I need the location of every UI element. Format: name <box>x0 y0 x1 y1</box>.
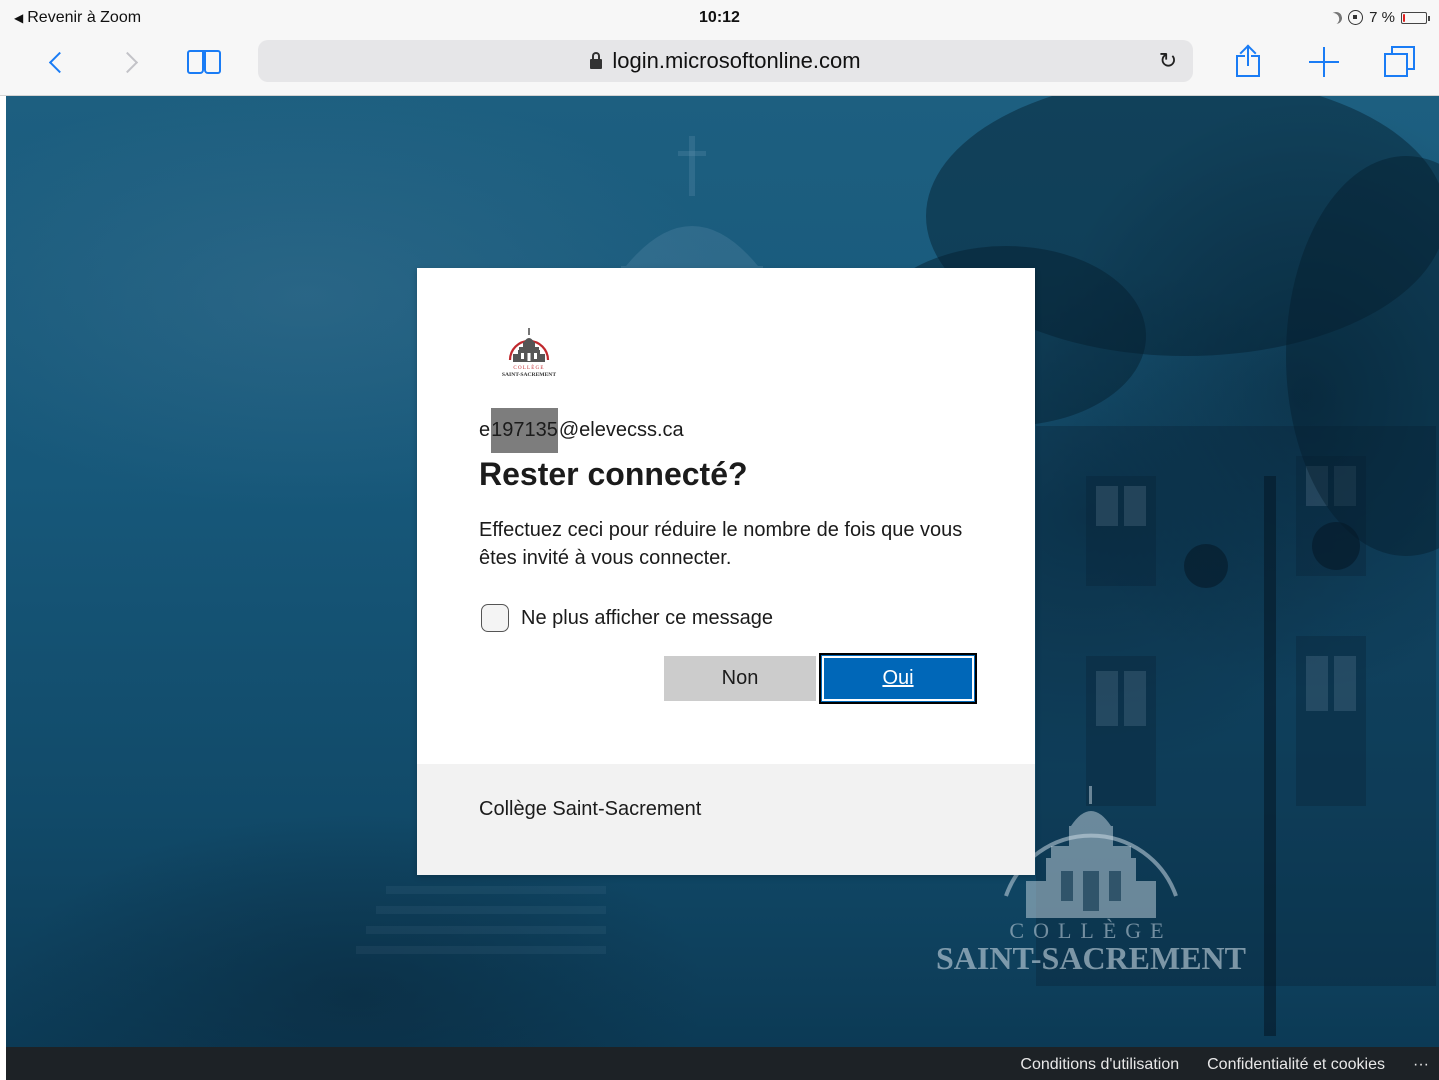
account-email-redacted: 197135 <box>491 408 558 453</box>
share-button[interactable] <box>1226 40 1270 84</box>
page-footer: Conditions d'utilisation Confidentialité… <box>6 1047 1439 1080</box>
lock-icon <box>590 51 603 70</box>
dialog-title: Rester connecté? <box>479 456 748 492</box>
yes-button[interactable]: Oui <box>819 653 977 704</box>
account-email-suffix: @elevecss.ca <box>558 419 684 441</box>
more-options-button[interactable]: ··· <box>1413 1056 1429 1074</box>
tabs-overview-button[interactable] <box>1378 40 1422 84</box>
watermark-name-text: SAINT-SACREMENT <box>936 940 1246 976</box>
stay-signed-in-dialog: COLLÈGE SAINT-SACREMENT e 197135 @elevecss… <box>417 268 1035 875</box>
tabs-icon <box>1383 46 1417 78</box>
plus-icon <box>1309 47 1339 77</box>
no-button[interactable]: Non <box>664 656 816 701</box>
do-not-disturb-icon <box>1328 10 1343 25</box>
address-bar[interactable]: login.microsoftonline.com ↻ <box>258 40 1193 82</box>
new-tab-button[interactable] <box>1302 40 1346 84</box>
url-display: login.microsoftonline.com <box>590 48 861 74</box>
browser-toolbar: login.microsoftonline.com ↻ <box>0 40 1439 96</box>
battery-fill <box>1403 13 1405 22</box>
logo-college-text: COLLÈGE <box>513 365 544 371</box>
dont-show-again-label: Ne plus afficher ce message <box>521 606 773 629</box>
back-button[interactable] <box>34 40 78 84</box>
reload-icon: ↻ <box>1158 48 1178 73</box>
url-text: login.microsoftonline.com <box>612 48 861 73</box>
terms-of-use-link[interactable]: Conditions d'utilisation <box>1020 1056 1179 1074</box>
share-icon <box>1234 44 1262 79</box>
battery-percent: 7 % <box>1369 9 1395 26</box>
dialog-description: Effectuez ceci pour réduire le nombre de… <box>479 519 963 569</box>
status-bar: ◀ Revenir à Zoom 10:12 7 % <box>0 0 1439 40</box>
chevron-right-icon <box>116 51 138 73</box>
college-logo: COLLÈGE SAINT-SACREMENT <box>502 328 556 378</box>
account-email: e 197135 @elevecss.ca <box>479 408 684 453</box>
footer-links: Conditions d'utilisation Confidentialité… <box>1020 1056 1429 1074</box>
rotation-lock-icon <box>1348 10 1364 25</box>
bookmarks-button[interactable] <box>180 40 228 84</box>
clock: 10:12 <box>699 9 740 26</box>
reload-button[interactable]: ↻ <box>1155 48 1181 74</box>
privacy-cookies-link[interactable]: Confidentialité et cookies <box>1207 1056 1385 1074</box>
organization-name: Collège Saint-Sacrement <box>479 798 702 820</box>
chevron-left-icon <box>48 51 70 73</box>
book-icon <box>186 48 222 76</box>
status-icons: 7 % <box>1328 9 1430 26</box>
dont-show-again-checkbox[interactable] <box>481 604 509 632</box>
account-email-prefix: e <box>479 419 491 441</box>
battery-icon <box>1401 11 1430 24</box>
logo-name-text: SAINT-SACREMENT <box>502 372 556 378</box>
dialog-footer: Collège Saint-Sacrement <box>417 764 1035 875</box>
dont-show-again-option[interactable]: Ne plus afficher ce message <box>481 604 773 632</box>
login-page-background: COLLÈGE SAINT-SACREMENT COLLÈGE SAINT-SA… <box>6 96 1439 1047</box>
forward-button[interactable] <box>108 40 152 84</box>
